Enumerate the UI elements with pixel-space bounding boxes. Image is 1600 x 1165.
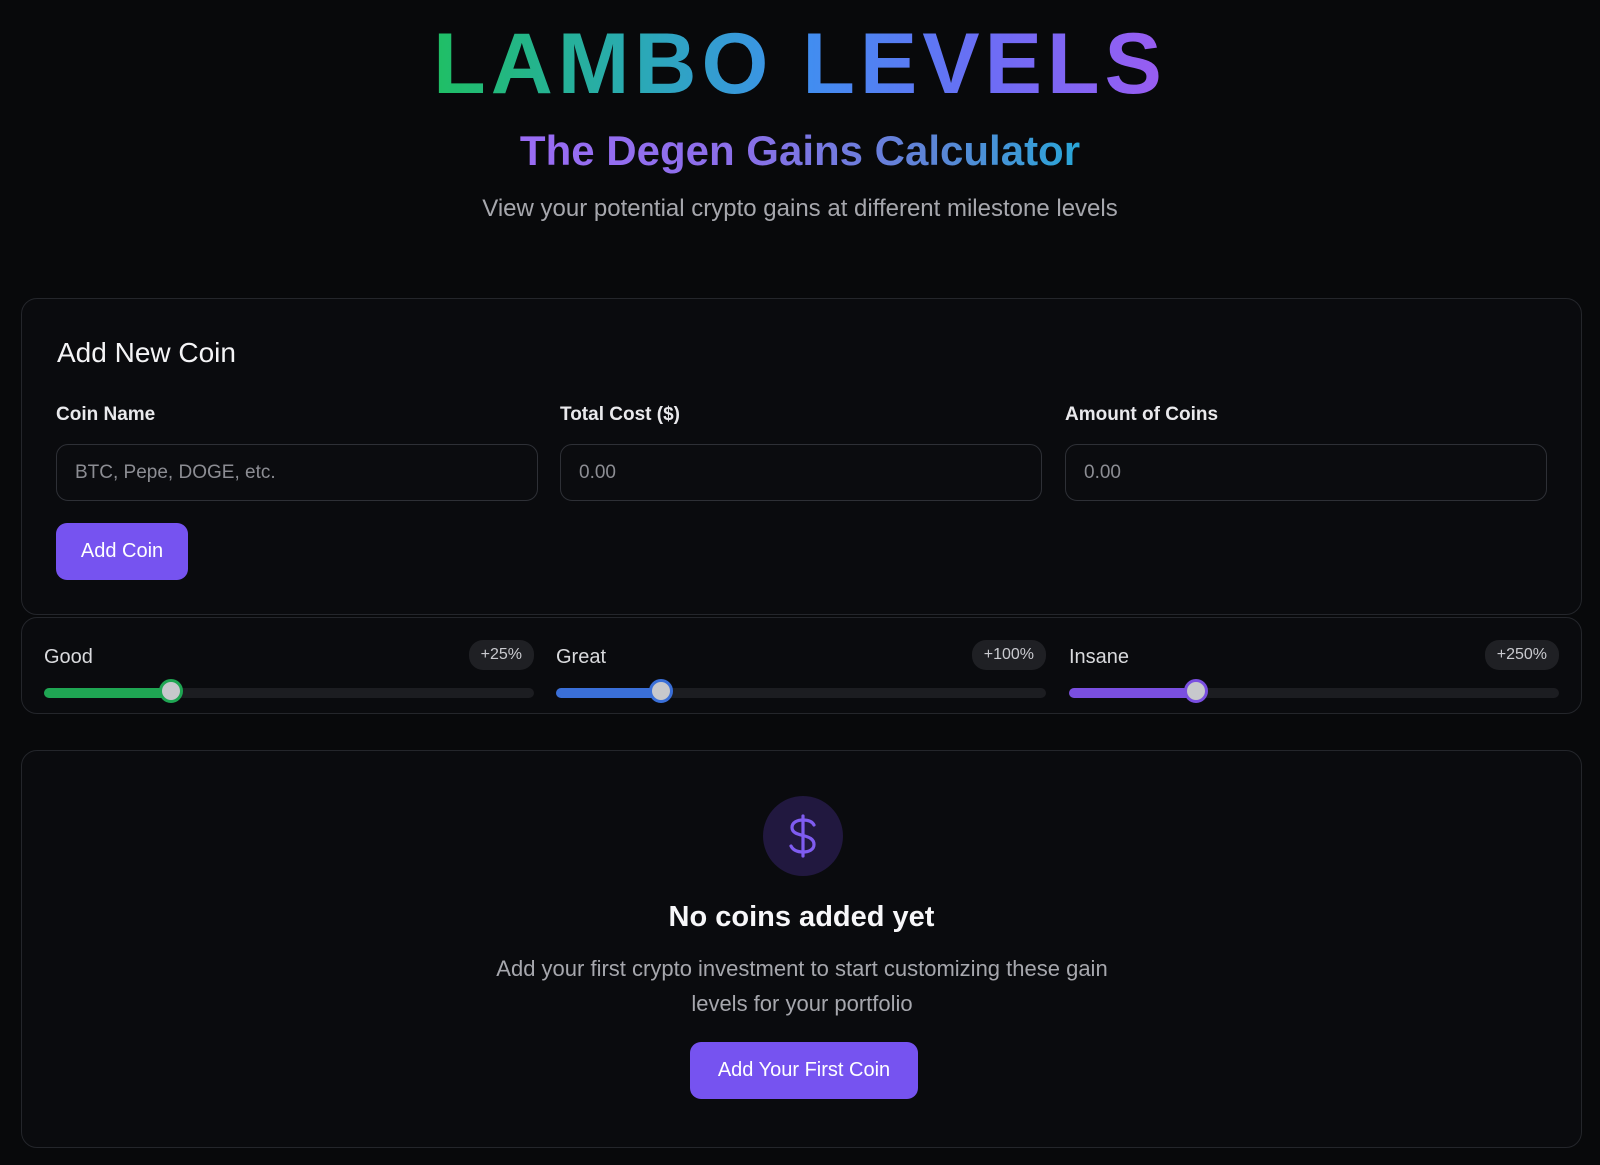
level-great-fill — [556, 688, 662, 698]
amount-of-coins-label: Amount of Coins — [1065, 404, 1219, 425]
total-cost-input[interactable] — [560, 444, 1042, 501]
coin-name-field: Coin Name — [56, 403, 538, 501]
level-insane-badge: +250% — [1484, 640, 1559, 670]
level-good: Good +25% — [44, 640, 534, 703]
level-insane-label: Insane — [1069, 646, 1130, 668]
gain-levels-card: Good +25% Great +100% Insane +250% — [21, 617, 1582, 714]
level-good-fill — [44, 688, 172, 698]
coin-name-input[interactable] — [56, 444, 538, 501]
level-great-slider[interactable] — [556, 679, 1046, 703]
amount-of-coins-field: Amount of Coins — [1065, 403, 1547, 501]
app-subtitle: The Degen Gains Calculator — [519, 127, 1081, 174]
level-insane-slider[interactable] — [1069, 679, 1559, 703]
add-coin-card: Add New Coin Coin Name Total Cost ($) Am… — [21, 298, 1582, 615]
app-page: LAMBO LEVELS The Degen Gains Calculator … — [0, 0, 1600, 1165]
level-insane-thumb[interactable] — [1184, 679, 1209, 703]
add-first-coin-button[interactable]: Add Your First Coin — [690, 1042, 918, 1099]
level-great: Great +100% — [556, 640, 1046, 703]
empty-state-text: Add your first crypto investment to star… — [496, 956, 1108, 1016]
level-great-thumb[interactable] — [649, 679, 674, 703]
level-great-badge: +100% — [971, 640, 1046, 670]
empty-state-card: No coins added yet Add your first crypto… — [21, 750, 1582, 1148]
level-good-thumb[interactable] — [159, 679, 184, 703]
level-insane: Insane +250% — [1069, 640, 1559, 703]
app-tagline: View your potential crypto gains at diff… — [482, 195, 1118, 222]
level-good-slider[interactable] — [44, 679, 534, 703]
add-coin-button[interactable]: Add Coin — [56, 523, 188, 580]
level-insane-fill — [1069, 688, 1197, 698]
total-cost-label: Total Cost ($) — [560, 404, 680, 425]
dollar-icon-glyph — [789, 814, 816, 858]
app-logo: LAMBO LEVELS — [433, 16, 1167, 112]
level-good-label: Good — [44, 646, 93, 668]
total-cost-field: Total Cost ($) — [560, 403, 1042, 501]
level-great-label: Great — [556, 646, 607, 668]
level-good-badge: +25% — [468, 640, 534, 670]
amount-of-coins-input[interactable] — [1065, 444, 1547, 501]
coin-name-label: Coin Name — [56, 404, 156, 425]
empty-state-title: No coins added yet — [668, 901, 935, 933]
add-coin-title: Add New Coin — [57, 337, 236, 368]
dollar-icon — [763, 796, 843, 876]
